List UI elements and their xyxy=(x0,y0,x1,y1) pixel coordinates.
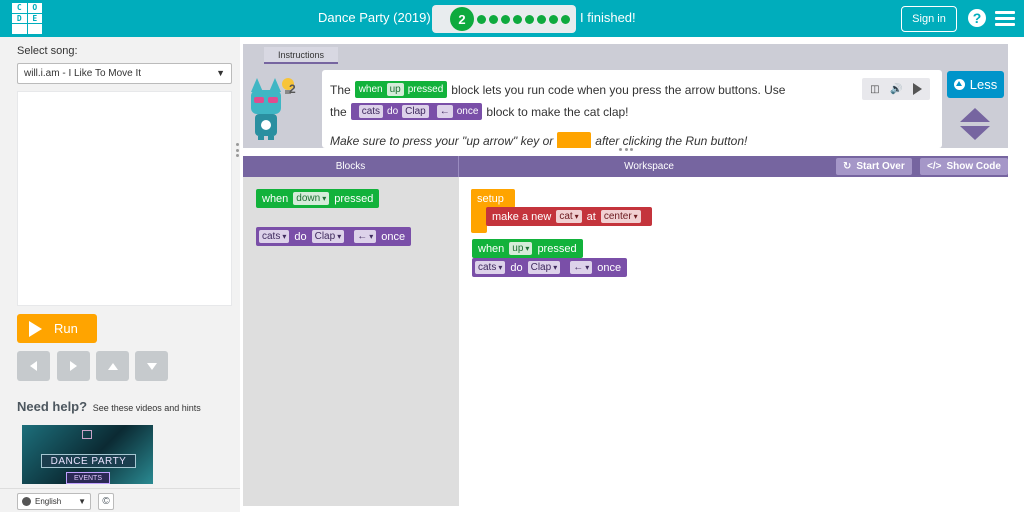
top-header: C O D E Dance Party (2019) 2 I finished!… xyxy=(0,0,1024,37)
run-button[interactable]: Run xyxy=(17,314,97,343)
text-to-speech-icon[interactable]: ◫ xyxy=(870,84,879,95)
progress-dot[interactable] xyxy=(501,14,510,24)
hamburger-menu-icon[interactable] xyxy=(995,11,1015,26)
copyright-button[interactable]: © xyxy=(98,493,114,510)
make-new-sprite-block[interactable]: make a new cat at center xyxy=(486,207,652,226)
song-select-value: will.i.am - I Like To Move It xyxy=(24,68,142,79)
scroll-up-icon[interactable] xyxy=(960,108,990,122)
sign-in-button[interactable]: Sign in xyxy=(901,6,957,32)
language-select[interactable]: English ▼ xyxy=(17,493,91,510)
group-dropdown[interactable]: cats xyxy=(475,261,506,274)
arrow-right-icon xyxy=(70,361,77,371)
panel-resize-handle-horizontal[interactable] xyxy=(619,148,633,152)
progress-dot[interactable] xyxy=(477,14,486,24)
chevron-down-icon: ▼ xyxy=(216,68,225,78)
progress-dot[interactable] xyxy=(513,14,522,24)
group-dropdown[interactable]: cats xyxy=(259,230,290,243)
progress-current-level[interactable]: 2 xyxy=(450,7,474,31)
progress-dot[interactable] xyxy=(525,14,534,24)
blocks-workspace[interactable] xyxy=(459,177,1008,506)
down-arrow-button[interactable] xyxy=(135,351,168,381)
hint-count[interactable]: 2 xyxy=(289,82,296,96)
reset-icon: ↻ xyxy=(843,161,852,172)
code-brackets-icon: </> xyxy=(927,161,942,172)
inline-do-move-block: cats do Clap ← once xyxy=(350,103,483,120)
instruction-line-1: The when up pressed block lets you run c… xyxy=(330,81,786,98)
finished-link[interactable]: I finished! xyxy=(580,10,636,25)
progress-dot[interactable] xyxy=(537,14,546,24)
arrow-up-icon xyxy=(107,362,118,370)
code-org-logo[interactable]: C O D E xyxy=(12,3,42,34)
need-help-heading: Need help? See these videos and hints xyxy=(17,399,201,414)
progress-dot[interactable] xyxy=(549,14,558,24)
direction-dropdown[interactable]: ← xyxy=(354,230,377,243)
chevron-up-circle-icon xyxy=(953,79,965,90)
video-subtitle: EVENTS xyxy=(66,472,110,484)
move-dropdown[interactable]: Clap xyxy=(527,261,561,274)
progress-dot[interactable] xyxy=(489,14,498,24)
progress-bubbles: 2 xyxy=(432,5,576,33)
up-arrow-button[interactable] xyxy=(96,351,129,381)
speaker-icon[interactable]: 🔊 xyxy=(890,84,902,95)
play-audio-icon[interactable] xyxy=(912,83,922,95)
instructions-text-box: The when up pressed block lets you run c… xyxy=(322,70,942,148)
tab-instructions[interactable]: Instructions xyxy=(264,47,338,64)
key-dropdown[interactable]: down xyxy=(293,192,330,205)
start-over-button[interactable]: ↻ Start Over xyxy=(836,158,912,175)
need-help-subtitle: See these videos and hints xyxy=(92,403,201,413)
inline-when-pressed-block: when up pressed xyxy=(354,81,448,98)
sprite-position-dropdown[interactable]: center xyxy=(600,210,641,223)
move-dropdown[interactable]: Clap xyxy=(311,230,345,243)
cat-avatar: 2 xyxy=(247,70,319,148)
language-value: English xyxy=(35,497,62,506)
right-arrow-button[interactable] xyxy=(57,351,90,381)
arrow-left-icon xyxy=(30,361,37,371)
arrow-down-icon xyxy=(146,362,157,370)
level-title[interactable]: Dance Party (2019) xyxy=(318,10,431,25)
setup-block[interactable]: setup xyxy=(471,189,515,208)
workspace-label: Workspace xyxy=(624,161,674,172)
dance-stage xyxy=(17,91,232,306)
instructions-scroll xyxy=(960,108,990,142)
less-button[interactable]: Less xyxy=(947,71,1004,98)
toolbox-do-move-block[interactable]: cats do Clap ← once xyxy=(256,227,412,246)
progress-dot[interactable] xyxy=(561,14,570,24)
direction-dropdown[interactable]: ← xyxy=(570,261,593,274)
show-code-button[interactable]: </> Show Code xyxy=(920,158,1008,175)
code-org-mini-logo xyxy=(82,430,92,439)
toolbox-when-pressed-block[interactable]: when down pressed xyxy=(256,189,380,208)
left-arrow-button[interactable] xyxy=(17,351,50,381)
orange-arrow-key xyxy=(557,132,592,148)
globe-icon xyxy=(22,497,31,506)
key-dropdown[interactable]: up xyxy=(509,242,533,255)
workspace-when-pressed-block[interactable]: when up pressed xyxy=(472,239,583,258)
help-video-thumbnail[interactable]: DANCE PARTY EVENTS xyxy=(22,425,153,484)
chevron-down-icon: ▼ xyxy=(78,497,86,506)
select-song-label: Select song: xyxy=(17,45,78,57)
instruction-line-3: Make sure to press your "up arrow" key o… xyxy=(330,132,748,148)
blocks-label: Blocks xyxy=(243,156,459,177)
scroll-down-icon[interactable] xyxy=(960,126,990,140)
sprite-type-dropdown[interactable]: cat xyxy=(556,210,582,223)
audio-controls: ◫ 🔊 xyxy=(862,78,930,100)
help-icon[interactable]: ? xyxy=(968,9,986,27)
cat-avatar-icon xyxy=(251,78,294,140)
run-button-label: Run xyxy=(54,321,78,336)
workspace-do-move-block[interactable]: cats do Clap ← once xyxy=(472,258,628,277)
less-button-label: Less xyxy=(969,77,998,92)
play-icon xyxy=(29,320,42,337)
panel-resize-handle-vertical[interactable] xyxy=(236,143,239,157)
video-title: DANCE PARTY xyxy=(41,454,136,468)
song-select[interactable]: will.i.am - I Like To Move It ▼ xyxy=(17,63,232,84)
instruction-line-2: the cats do Clap ← once block to make th… xyxy=(330,103,629,120)
